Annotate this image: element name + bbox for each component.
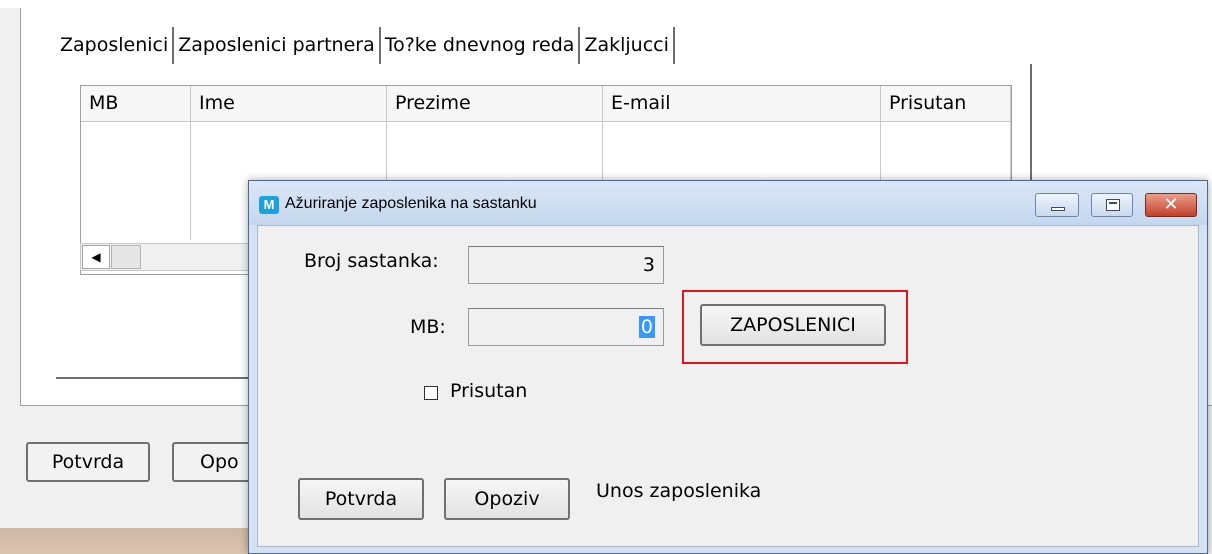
- grid-header: MB Ime Prezime E-mail Prisutan: [81, 86, 1011, 122]
- dialog-title: Ažuriranje zaposlenika na sastanku: [285, 195, 537, 212]
- app-m-icon: M: [259, 196, 279, 214]
- maximize-button[interactable]: [1091, 193, 1133, 217]
- update-employee-dialog: M Ažuriranje zaposlenika na sastanku ✕ B…: [248, 180, 1208, 554]
- background-confirm-button[interactable]: Potvrda: [26, 442, 150, 482]
- scroll-left-arrow-icon[interactable]: ◀: [82, 245, 110, 269]
- close-icon: ✕: [1163, 194, 1179, 215]
- dialog-body: Broj sastanka: 3 MB: 0 ZAPOSLENICI Prisu…: [257, 225, 1199, 547]
- meeting-number-field: 3: [468, 246, 664, 284]
- column-header-prezime[interactable]: Prezime: [387, 86, 603, 122]
- top-strip: [0, 0, 1212, 8]
- present-label[interactable]: Prisutan: [450, 380, 527, 402]
- grid-cell: [81, 122, 191, 240]
- tab-tocke-dnevnog-reda[interactable]: To?ke dnevnog reda: [380, 27, 581, 65]
- tab-zakljucci[interactable]: Zakljucci: [580, 27, 675, 65]
- mb-input[interactable]: 0: [468, 308, 664, 346]
- confirm-button[interactable]: Potvrda: [298, 478, 424, 520]
- column-header-mb[interactable]: MB: [81, 86, 191, 122]
- minimize-button[interactable]: [1035, 193, 1079, 217]
- meeting-number-label: Broj sastanka:: [304, 250, 439, 272]
- scroll-thumb[interactable]: [111, 245, 141, 269]
- horizontal-scrollbar[interactable]: ◀: [80, 243, 250, 271]
- zaposlenici-button[interactable]: ZAPOSLENICI: [700, 304, 886, 346]
- tab-zaposlenici[interactable]: Zaposlenici: [56, 27, 175, 65]
- minimize-icon: [1051, 207, 1065, 211]
- tab-zaposlenici-partnera[interactable]: Zaposlenici partnera: [174, 27, 381, 65]
- mb-label: MB:: [410, 316, 446, 338]
- column-header-prisutan[interactable]: Prisutan: [881, 86, 1011, 122]
- maximize-icon: [1106, 199, 1120, 211]
- cancel-button[interactable]: Opoziv: [444, 478, 570, 520]
- column-header-email[interactable]: E-mail: [603, 86, 881, 122]
- tab-row: Zaposlenici Zaposlenici partnera To?ke d…: [56, 27, 675, 65]
- present-checkbox[interactable]: [424, 386, 438, 400]
- mb-input-selected-value: 0: [638, 316, 655, 338]
- taskbar-strip: [0, 528, 250, 554]
- dialog-titlebar[interactable]: M Ažuriranje zaposlenika na sastanku ✕: [249, 181, 1207, 225]
- status-text: Unos zaposlenika: [596, 480, 762, 502]
- close-button[interactable]: ✕: [1145, 193, 1197, 217]
- column-header-ime[interactable]: Ime: [191, 86, 387, 122]
